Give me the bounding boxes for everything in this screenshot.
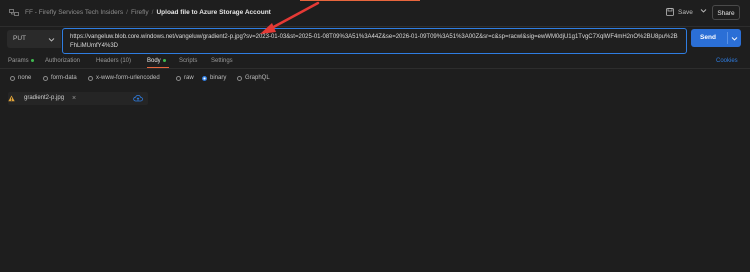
radio-raw[interactable]: raw <box>176 72 194 84</box>
chevron-down-icon[interactable] <box>700 7 707 14</box>
file-name: gradient2-p.jpg <box>24 95 65 101</box>
upload-cloud-icon[interactable] <box>133 94 143 103</box>
tab-settings[interactable]: Settings <box>211 55 233 67</box>
breadcrumb-folder[interactable]: Firefly <box>131 9 149 16</box>
tab-headers[interactable]: Headers (10) <box>96 55 131 67</box>
tab-body[interactable]: Body <box>147 55 166 67</box>
request-name[interactable]: Upload file to Azure Storage Account <box>156 9 270 16</box>
radio-urlencoded[interactable]: x-www-form-urlencoded <box>88 72 160 84</box>
tab-authorization[interactable]: Authorization <box>45 55 80 67</box>
close-icon[interactable]: × <box>72 92 76 105</box>
chevron-down-icon[interactable] <box>731 35 738 42</box>
request-header: FF - Firefly Services Tech Insiders / Fire… <box>0 0 750 26</box>
tab-params[interactable]: Params <box>8 55 34 67</box>
method-select[interactable]: PUT <box>7 30 61 48</box>
url-text[interactable]: https://vangeluw.blob.core.windows.net/v… <box>70 33 680 51</box>
save-icon <box>666 8 674 16</box>
radio-binary[interactable]: binary <box>202 72 226 84</box>
chevron-down-icon <box>48 38 55 42</box>
send-button[interactable]: Send <box>691 29 741 47</box>
save-label: Save <box>678 8 693 16</box>
header-divider <box>0 26 750 27</box>
radio-graphql[interactable]: GraphQL <box>237 72 270 84</box>
breadcrumb-collection[interactable]: FF - Firefly Services Tech Insiders <box>25 9 123 16</box>
collection-icon <box>9 9 19 16</box>
body-status-dot <box>162 58 166 62</box>
params-status-dot <box>30 58 34 62</box>
tabs-divider <box>0 68 750 69</box>
tab-scripts[interactable]: Scripts <box>179 55 197 67</box>
cookies-link[interactable]: Cookies <box>716 55 738 67</box>
warning-icon <box>8 95 15 102</box>
breadcrumb: FF - Firefly Services Tech Insiders / Fire… <box>25 9 271 16</box>
radio-none[interactable]: none <box>10 72 31 84</box>
share-button[interactable]: Share <box>712 5 740 20</box>
save-button[interactable]: Save <box>666 5 693 19</box>
send-divider <box>727 32 728 44</box>
send-label: Send <box>700 34 716 41</box>
method-label: PUT <box>13 35 26 42</box>
radio-form-data[interactable]: form-data <box>43 72 77 84</box>
url-input[interactable]: https://vangeluw.blob.core.windows.net/v… <box>62 28 687 54</box>
